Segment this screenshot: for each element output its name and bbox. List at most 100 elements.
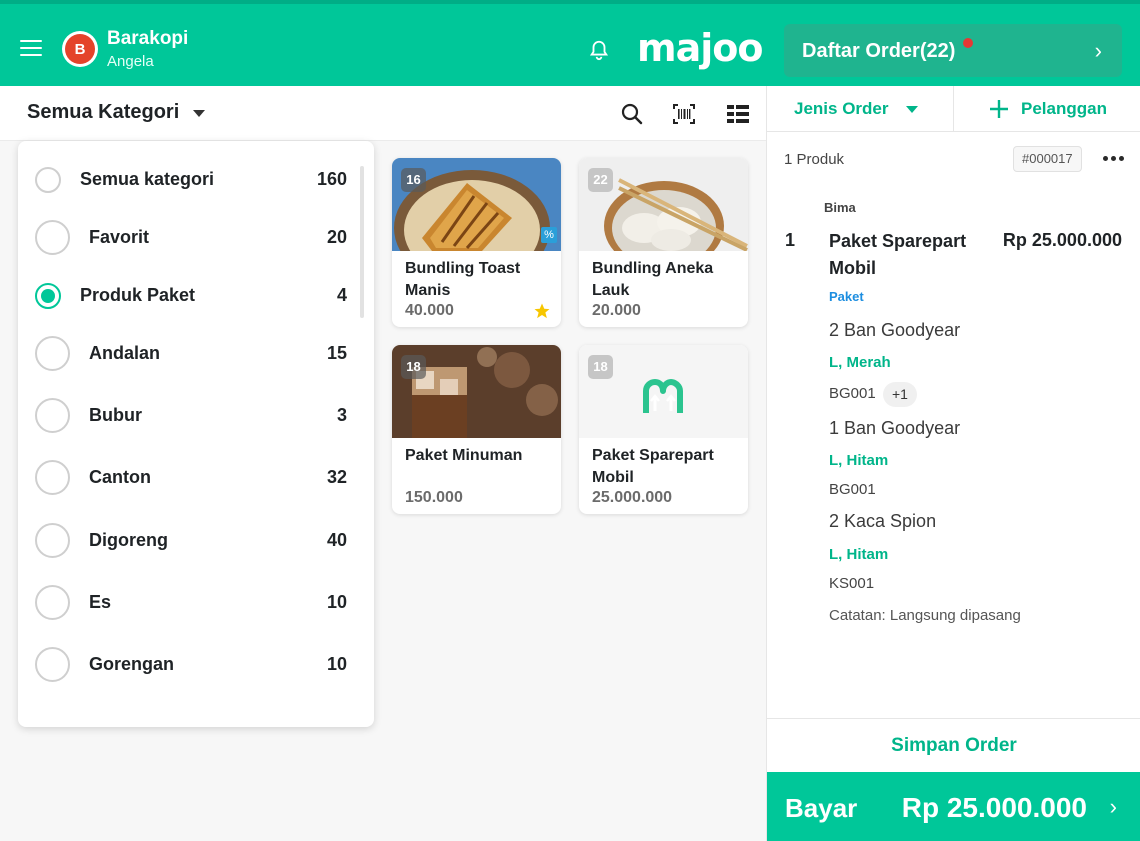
package-item-variant: L, Hitam: [829, 452, 889, 469]
category-option[interactable]: Digoreng 40: [18, 516, 374, 566]
radio-button[interactable]: [35, 460, 70, 495]
category-option[interactable]: Andalan 15: [18, 329, 374, 379]
caret-down-icon[interactable]: [193, 110, 205, 117]
product-name: Paket Minuman: [405, 447, 523, 464]
package-item-name: 2 Kaca Spion: [829, 511, 937, 531]
save-order-button[interactable]: Simpan Order: [767, 718, 1140, 772]
stock-badge: 18: [588, 355, 613, 379]
category-option[interactable]: Es 10: [18, 578, 374, 628]
category-name: Gorengan: [89, 654, 175, 674]
line-number: 1: [785, 230, 796, 250]
order-list-button[interactable]: Daftar Order(22) ›: [784, 24, 1122, 77]
category-count: 10: [326, 592, 347, 612]
store-logo: B: [62, 31, 98, 67]
category-name: Es: [89, 592, 112, 612]
order-type-select[interactable]: Jenis Order: [794, 99, 889, 119]
top-bar: B Barakopi Angela majoo Daftar Order(22)…: [0, 0, 1140, 86]
category-toolbar: Semua Kategori: [0, 86, 766, 141]
stock-badge: 16: [401, 168, 426, 192]
majoo-placeholder-icon: [643, 379, 683, 413]
product-count: 1 Produk: [784, 151, 845, 168]
category-name: Produk Paket: [80, 285, 196, 305]
package-item-sku: KS001: [829, 575, 875, 592]
search-icon[interactable]: [620, 102, 644, 126]
chevron-right-icon: ›: [1094, 38, 1102, 63]
category-option[interactable]: Produk Paket 4: [18, 271, 374, 321]
pay-label: Bayar: [785, 793, 858, 823]
product-card[interactable]: 18 Paket Minuman 150.000: [392, 345, 561, 514]
product-card[interactable]: 18 Paket Sparepart Mobil 25.000.000: [579, 345, 748, 514]
order-panel: Jenis Order Pelanggan 1 Produk #000017 B…: [766, 86, 1140, 841]
chevron-right-icon: ›: [1109, 794, 1117, 819]
notification-dot: [963, 38, 973, 48]
discount-icon: %: [541, 227, 557, 243]
category-count: 160: [316, 169, 347, 189]
hamburger-menu-icon[interactable]: [20, 40, 42, 56]
radio-button[interactable]: [35, 167, 61, 193]
radio-button[interactable]: [35, 585, 70, 620]
scrollbar[interactable]: [360, 166, 364, 318]
order-item-name[interactable]: Paket Sparepart Mobil: [829, 228, 979, 282]
category-select[interactable]: Semua Kategori: [27, 101, 179, 124]
store-name: Barakopi: [107, 28, 189, 49]
radio-button[interactable]: [35, 220, 70, 255]
category-count: 3: [336, 405, 347, 425]
package-item-sku: BG001: [829, 385, 876, 402]
category-count: 20: [326, 227, 347, 247]
product-card[interactable]: 16 % Bundling Toast Manis 40.000: [392, 158, 561, 327]
store-logo-initial: B: [65, 34, 95, 64]
more-sku-chip[interactable]: +1: [883, 382, 917, 407]
favorite-star-icon[interactable]: [533, 302, 551, 320]
user-name: Angela: [107, 53, 154, 70]
product-name: Bundling Toast Manis: [405, 260, 521, 299]
plus-icon[interactable]: [989, 99, 1009, 119]
order-item-price: Rp 25.000.000: [1002, 230, 1122, 250]
category-count: 15: [326, 343, 347, 363]
package-tag: Paket: [829, 289, 864, 304]
notification-bell-icon[interactable]: [588, 38, 610, 62]
category-option[interactable]: Favorit 20: [18, 213, 374, 263]
package-item-variant: L, Merah: [829, 354, 891, 371]
order-id-badge: #000017: [1013, 146, 1082, 172]
divider: [953, 86, 954, 132]
order-panel-header: Jenis Order Pelanggan: [767, 86, 1140, 132]
product-card[interactable]: 22 Bundling Aneka Lauk 20.000: [579, 158, 748, 327]
add-customer-button[interactable]: Pelanggan: [1021, 99, 1107, 119]
radio-button[interactable]: [35, 523, 70, 558]
category-count: 4: [336, 285, 347, 305]
stock-badge: 22: [588, 168, 613, 192]
category-name: Andalan: [89, 343, 161, 363]
category-count: 40: [326, 530, 347, 550]
status-strip: [0, 0, 1140, 4]
more-options-icon[interactable]: [1103, 148, 1129, 168]
staff-name: Bima: [824, 200, 856, 215]
product-price: 20.000: [592, 302, 641, 319]
category-count: 10: [326, 654, 347, 674]
grid-view-icon[interactable]: [726, 102, 750, 126]
order-note: Catatan: Langsung dipasang: [829, 607, 1021, 624]
category-option[interactable]: Bubur 3: [18, 391, 374, 441]
radio-button[interactable]: [35, 336, 70, 371]
category-name: Favorit: [89, 227, 150, 247]
package-item-variant: L, Hitam: [829, 546, 889, 563]
package-item-sku: BG001: [829, 481, 876, 498]
product-price: 150.000: [405, 489, 463, 506]
category-option[interactable]: Canton 32: [18, 453, 374, 503]
pay-button[interactable]: Bayar Rp 25.000.000 ›: [767, 772, 1140, 841]
category-option[interactable]: Semua kategori 160: [18, 155, 374, 205]
radio-button-selected[interactable]: [35, 283, 61, 309]
radio-button[interactable]: [35, 647, 70, 682]
brand-logo: majoo: [637, 26, 763, 70]
radio-button[interactable]: [35, 398, 70, 433]
package-item-name: 2 Ban Goodyear: [829, 320, 961, 340]
barcode-icon[interactable]: [672, 102, 696, 126]
category-dropdown: Semua kategori 160 Favorit 20 Produk Pak…: [18, 141, 374, 727]
product-name: Paket Sparepart Mobil: [592, 447, 714, 486]
category-name: Semua kategori: [80, 169, 215, 189]
category-option[interactable]: Gorengan 10: [18, 640, 374, 690]
package-item-name: 1 Ban Goodyear: [829, 418, 961, 438]
caret-down-icon[interactable]: [906, 106, 918, 113]
category-count: 32: [326, 467, 347, 487]
order-list-label: Daftar Order(22): [802, 40, 956, 62]
product-price: 40.000: [405, 302, 454, 319]
